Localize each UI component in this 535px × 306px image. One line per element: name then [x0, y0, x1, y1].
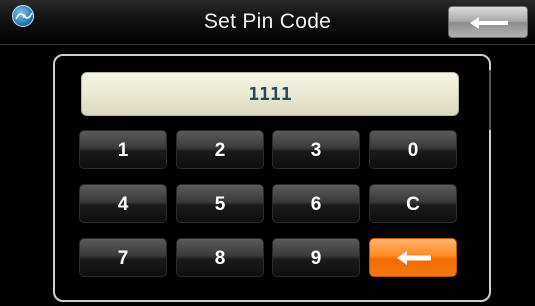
title-bar: Set Pin Code: [0, 0, 535, 45]
backspace-button[interactable]: [369, 238, 457, 277]
key-7[interactable]: 7: [79, 238, 167, 277]
key-4[interactable]: 4: [79, 184, 167, 223]
key-8[interactable]: 8: [176, 238, 264, 277]
gps-globe-icon: [12, 5, 34, 27]
back-button[interactable]: [448, 6, 528, 38]
key-clear[interactable]: C: [369, 184, 457, 223]
key-9[interactable]: 9: [272, 238, 360, 277]
key-2[interactable]: 2: [176, 130, 264, 169]
key-1[interactable]: 1: [79, 130, 167, 169]
key-5[interactable]: 5: [176, 184, 264, 223]
key-3[interactable]: 3: [272, 130, 360, 169]
key-6[interactable]: 6: [272, 184, 360, 223]
key-0[interactable]: 0: [369, 130, 457, 169]
left-arrow-icon: [397, 251, 431, 265]
scrollbar: [489, 70, 491, 130]
pin-display-field[interactable]: 1111: [81, 72, 459, 116]
left-arrow-icon: [470, 17, 508, 29]
